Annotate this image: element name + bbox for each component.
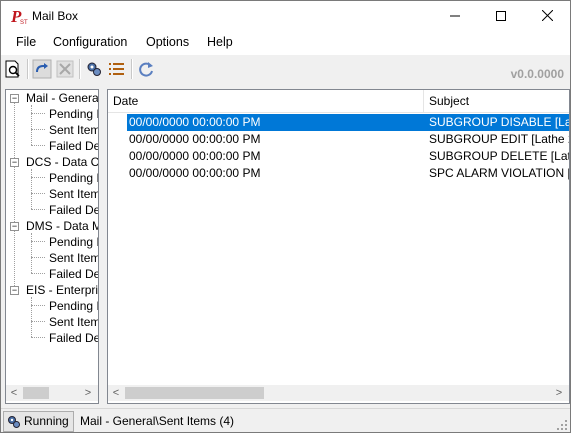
tree-line xyxy=(31,113,45,114)
tree-node-sent-items[interactable]: Sent Items xyxy=(49,123,98,137)
list-header: Date Subject xyxy=(108,90,569,113)
tree-line xyxy=(31,105,32,145)
svg-text:ST: ST xyxy=(20,20,28,25)
app-logo-icon: P ST xyxy=(10,7,28,25)
tree-node-pending-items[interactable]: Pending Items xyxy=(49,235,98,249)
collapse-icon[interactable]: − xyxy=(10,158,19,167)
maximize-button[interactable] xyxy=(478,1,524,31)
list-view-icon[interactable] xyxy=(107,59,127,79)
tree-line xyxy=(31,193,45,194)
scroll-right-icon[interactable]: > xyxy=(551,385,567,401)
tree-node-dcs[interactable]: DCS - Data Collection xyxy=(26,155,98,169)
tree-node-pending-items[interactable]: Pending Items xyxy=(49,299,98,313)
tree-node-sent-items[interactable]: Sent Items xyxy=(49,251,98,265)
delete-disabled-icon[interactable] xyxy=(55,59,75,79)
tree-line xyxy=(31,169,32,209)
status-state: Running xyxy=(24,414,69,428)
close-button[interactable] xyxy=(524,1,570,31)
minimize-icon xyxy=(450,15,460,17)
refresh-icon[interactable] xyxy=(136,59,156,79)
list-row[interactable]: 00/00/0000 00:00:00 PM SUBGROUP EDIT [La… xyxy=(108,131,569,148)
tree-node-failed-deliveries[interactable]: Failed Deliveries xyxy=(49,267,98,281)
tree-line xyxy=(31,321,45,322)
version-label: v0.0.0000 xyxy=(510,67,564,81)
maximize-icon xyxy=(496,11,506,21)
column-header-date[interactable]: Date xyxy=(113,94,138,108)
main-window: P ST Mail Box File Configuration Options… xyxy=(0,0,571,433)
tree-line xyxy=(14,98,15,290)
tree-line xyxy=(31,257,45,258)
tree-node-dms[interactable]: DMS - Data Management xyxy=(26,219,98,233)
list-horizontal-scrollbar[interactable]: < > xyxy=(108,385,569,401)
tree-line xyxy=(31,297,32,337)
tree-line xyxy=(31,233,32,273)
collapse-icon[interactable]: − xyxy=(10,286,19,295)
toolbar: v0.0.0000 xyxy=(1,56,570,83)
title-bar: P ST Mail Box xyxy=(1,1,570,31)
row-date: 00/00/0000 00:00:00 PM xyxy=(129,166,261,180)
tree-node-sent-items[interactable]: Sent Items xyxy=(49,315,98,329)
menu-bar: File Configuration Options Help xyxy=(1,31,570,55)
tree-horizontal-scrollbar[interactable]: < > xyxy=(6,385,98,401)
tree-node-eis[interactable]: EIS - Enterprise xyxy=(26,283,98,297)
scroll-left-icon[interactable]: < xyxy=(6,385,22,401)
row-subject: SPC ALARM VIOLATION [Lathe 22] xyxy=(429,166,569,180)
row-subject: SUBGROUP DELETE [Lathe 22] xyxy=(429,149,569,163)
list-row[interactable]: 00/00/0000 00:00:00 PM SUBGROUP DISABLE … xyxy=(108,114,569,131)
tree-node-failed-deliveries[interactable]: Failed Deliveries xyxy=(49,331,98,345)
menu-file[interactable]: File xyxy=(16,35,36,49)
network-settings-icon[interactable] xyxy=(84,59,104,79)
tree-node-pending-items[interactable]: Pending Items xyxy=(49,107,98,121)
tree-line xyxy=(31,177,45,178)
tree-node-failed-deliveries[interactable]: Failed Deliveries xyxy=(49,203,98,217)
tree-line xyxy=(31,129,45,130)
tree-line xyxy=(31,209,45,210)
collapse-icon[interactable]: − xyxy=(10,222,19,231)
tree-line xyxy=(31,145,45,146)
scroll-thumb[interactable] xyxy=(23,387,49,399)
menu-configuration[interactable]: Configuration xyxy=(53,35,127,49)
status-path: Mail - General\Sent Items (4) xyxy=(80,414,235,428)
toolbar-separator xyxy=(131,59,133,79)
scroll-thumb[interactable] xyxy=(125,387,264,399)
preview-document-icon[interactable] xyxy=(3,59,23,79)
toolbar-separator xyxy=(27,59,29,79)
tree-node-pending-items[interactable]: Pending Items xyxy=(49,171,98,185)
column-divider[interactable] xyxy=(423,90,424,112)
window-title: Mail Box xyxy=(32,9,79,23)
running-status-button[interactable]: Running xyxy=(3,411,74,432)
redo-icon[interactable] xyxy=(32,59,52,79)
scroll-left-icon[interactable]: < xyxy=(108,385,124,401)
close-icon xyxy=(541,9,553,22)
minimize-button[interactable] xyxy=(432,1,478,31)
toolbar-separator xyxy=(79,59,81,79)
message-list[interactable]: Date Subject 00/00/0000 00:00:00 PM SUBG… xyxy=(107,89,570,404)
list-row[interactable]: 00/00/0000 00:00:00 PM SUBGROUP DELETE [… xyxy=(108,148,569,165)
tree-node-sent-items[interactable]: Sent Items xyxy=(49,187,98,201)
scroll-right-icon[interactable]: > xyxy=(80,385,96,401)
tree-line xyxy=(31,337,45,338)
row-subject: SUBGROUP EDIT [Lathe 22] xyxy=(429,132,570,146)
tree-node-failed-deliveries[interactable]: Failed Deliveries xyxy=(49,139,98,153)
tree-line xyxy=(31,241,45,242)
menu-options[interactable]: Options xyxy=(146,35,189,49)
menu-help[interactable]: Help xyxy=(207,35,233,49)
list-row[interactable]: 00/00/0000 00:00:00 PM SPC ALARM VIOLATI… xyxy=(108,165,569,182)
tree-node-mail-general[interactable]: Mail - General xyxy=(26,91,98,105)
folder-tree[interactable]: − Mail - General Pending Items Sent Item… xyxy=(5,89,99,404)
tree-line xyxy=(31,305,45,306)
resize-grip-icon[interactable] xyxy=(556,419,568,431)
row-subject: SUBGROUP DISABLE [Lathe 22] xyxy=(429,115,570,129)
row-date: 00/00/0000 00:00:00 PM xyxy=(129,115,261,129)
row-date: 00/00/0000 00:00:00 PM xyxy=(129,149,261,163)
column-header-subject[interactable]: Subject xyxy=(429,94,469,108)
gears-icon xyxy=(8,416,20,428)
row-date: 00/00/0000 00:00:00 PM xyxy=(129,132,261,146)
tree-line xyxy=(31,273,45,274)
status-bar: Running Mail - General\Sent Items (4) xyxy=(1,408,570,433)
collapse-icon[interactable]: − xyxy=(10,94,19,103)
